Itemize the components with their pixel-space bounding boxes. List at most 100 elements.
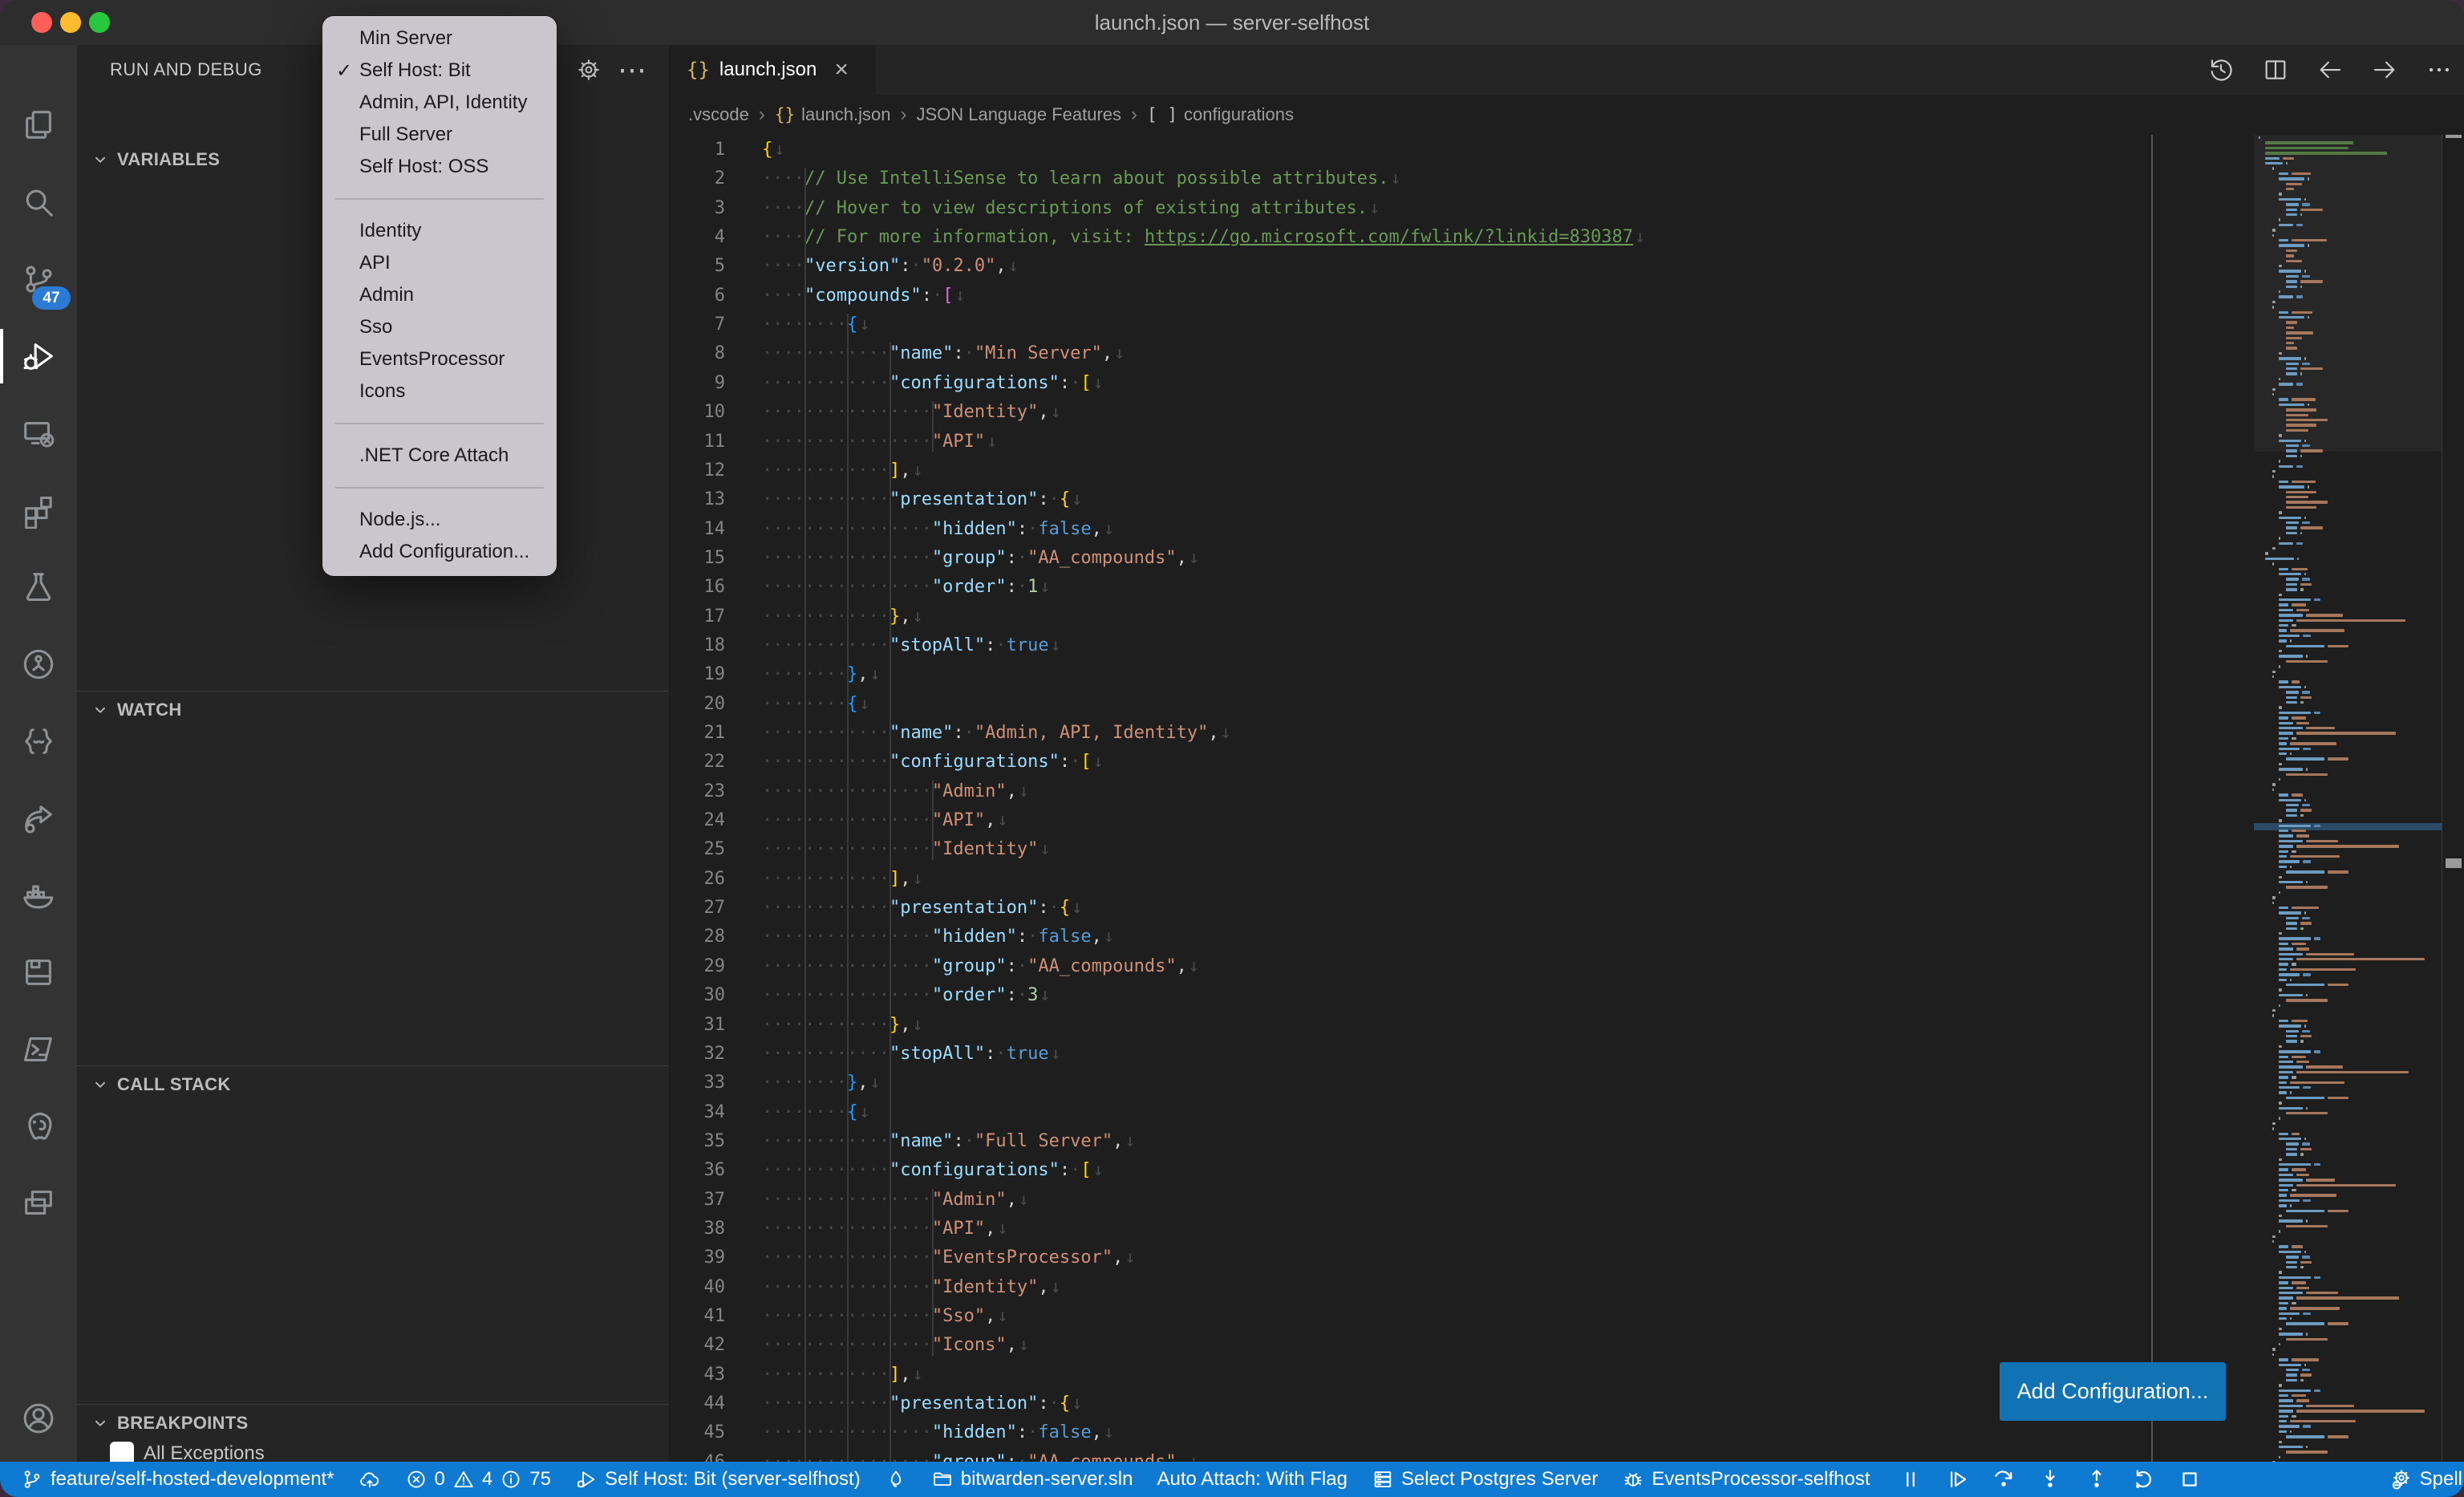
step-out-button[interactable] xyxy=(2085,1467,2109,1491)
statusbar-item-bitwardenserversln[interactable]: bitwarden-server.sln xyxy=(931,1468,1133,1491)
split-editor-button[interactable] xyxy=(2262,56,2289,83)
menu-item-min-server[interactable]: Min Server xyxy=(322,22,557,55)
code-line: 13············"presentation":·{↓ xyxy=(669,485,1082,514)
minimap-line xyxy=(2286,321,2297,324)
activity-files-icon[interactable] xyxy=(0,87,77,164)
menu-item-eventsprocessor[interactable]: EventsProcessor xyxy=(322,343,557,375)
code-line: 44············"presentation":·{↓ xyxy=(669,1389,1082,1418)
add-configuration-button[interactable]: Add Configuration... xyxy=(2000,1362,2226,1421)
code-area[interactable]: 1{↓2····// Use IntelliSense to learn abo… xyxy=(669,135,2254,1462)
menu-item-admin-api-identity[interactable]: Admin, API, Identity xyxy=(322,87,557,119)
statusbar-item-auto[interactable]: Auto Attach: With Flag xyxy=(1157,1468,1347,1491)
code-line: 16················"order":·1↓ xyxy=(669,572,1051,602)
menu-item-add-configuration[interactable]: Add Configuration... xyxy=(322,536,557,568)
minimap[interactable] xyxy=(2254,135,2442,1462)
code-line: 35············"name":·"Full Server",↓ xyxy=(669,1126,1136,1156)
statusbar-item-spell[interactable]: Spell xyxy=(2389,1462,2462,1497)
activity-extensions-icon[interactable] xyxy=(0,472,77,549)
activity-live-share-icon[interactable] xyxy=(0,780,77,857)
minimap-line xyxy=(2279,1271,2282,1274)
menu-item-sso[interactable]: Sso xyxy=(322,311,557,343)
activity-remote-explorer-icon[interactable] xyxy=(0,395,77,472)
arrow-left-button[interactable] xyxy=(2316,56,2344,83)
section-watch[interactable]: WATCH xyxy=(77,691,669,728)
section-call-stack[interactable]: CALL STACK xyxy=(77,1065,669,1103)
activity-source-control-icon[interactable]: 47 xyxy=(0,241,77,318)
activity-storage-icon[interactable] xyxy=(0,934,77,1011)
editor-ruler xyxy=(2151,135,2153,1462)
minimap-line xyxy=(2279,383,2303,386)
minimap-line xyxy=(2279,1056,2306,1059)
minimap-line xyxy=(2279,763,2282,766)
debug-settings-gear-icon[interactable] xyxy=(576,57,602,83)
line-number: 4 xyxy=(669,222,725,252)
menu-item-api[interactable]: API xyxy=(322,247,557,279)
breadcrumb-item[interactable]: {}launch.json xyxy=(775,104,891,125)
activity-account-icon[interactable] xyxy=(0,1380,77,1457)
activity-docker-icon[interactable] xyxy=(0,857,77,934)
activity-postgresql-icon[interactable] xyxy=(0,1088,77,1165)
statusbar-item-debug-controls[interactable] xyxy=(1899,1467,2202,1491)
line-number: 6 xyxy=(669,281,725,310)
minimap-line xyxy=(2279,1199,2311,1203)
minimap-line xyxy=(2286,444,2310,448)
step-into-button[interactable] xyxy=(2038,1467,2062,1491)
ellipsis-button[interactable] xyxy=(2426,56,2453,83)
minimap-line xyxy=(2279,655,2308,658)
history-button[interactable] xyxy=(2207,56,2235,83)
breadcrumb-item[interactable]: [ ]configurations xyxy=(1147,104,1294,125)
activity-windows-explorer-icon[interactable] xyxy=(0,1165,77,1242)
activity-circle-branch-icon[interactable] xyxy=(0,626,77,703)
minimap-line xyxy=(2286,501,2328,504)
activity-run-debug-icon[interactable] xyxy=(0,318,77,395)
menu-item-identity[interactable]: Identity xyxy=(322,215,557,247)
step-over-button[interactable] xyxy=(1992,1467,2016,1491)
statusbar-item-featureselfhosteddevelopment[interactable]: feature/self-hosted-development* xyxy=(21,1468,334,1491)
activity-powershell-icon[interactable] xyxy=(0,1011,77,1088)
menu-item-node-js[interactable]: Node.js... xyxy=(322,504,557,536)
restart-button[interactable] xyxy=(2131,1467,2155,1491)
menu-item-admin[interactable]: Admin xyxy=(322,279,557,311)
statusbar-item-eventsprocessorselfhost[interactable]: EventsProcessor-selfhost xyxy=(1622,1468,1870,1491)
minimap-line xyxy=(2279,1281,2306,1284)
overview-ruler[interactable] xyxy=(2442,135,2464,1462)
activity-test-beaker-icon[interactable] xyxy=(0,549,77,626)
minimap-line xyxy=(2286,367,2323,371)
activity-braces-extension-icon[interactable] xyxy=(0,703,77,780)
line-number: 21 xyxy=(669,718,725,748)
line-number: 25 xyxy=(669,834,725,864)
activity-search-icon[interactable] xyxy=(0,164,77,241)
continue-button[interactable] xyxy=(1945,1467,1969,1491)
menu-item-icons[interactable]: Icons xyxy=(322,375,557,408)
minimap-line xyxy=(2279,994,2308,997)
statusbar-item[interactable] xyxy=(359,1468,381,1491)
minimap-line xyxy=(2279,891,2280,895)
line-number: 14 xyxy=(669,514,725,544)
minimap-line xyxy=(2279,537,2280,540)
line-number: 30 xyxy=(669,980,725,1010)
statusbar-item-problems[interactable]: 0475 xyxy=(405,1468,551,1491)
menu-item-net-core-attach[interactable]: .NET Core Attach xyxy=(322,440,557,472)
menu-item-self-host-bit[interactable]: ✓Self Host: Bit xyxy=(322,55,557,87)
scm-badge: 47 xyxy=(32,286,71,310)
statusbar-item-select[interactable]: Select Postgres Server xyxy=(1372,1468,1598,1491)
code-line: 1{↓ xyxy=(669,135,785,164)
statusbar-item[interactable] xyxy=(885,1468,907,1491)
breadcrumb-item[interactable]: JSON Language Features xyxy=(916,104,1121,125)
minimap-line xyxy=(2279,834,2309,838)
close-tab-icon[interactable]: × xyxy=(834,56,849,83)
menu-item-full-server[interactable]: Full Server xyxy=(322,119,557,151)
statusbar-item-self[interactable]: Self Host: Bit (server-selfhost) xyxy=(575,1468,861,1491)
minimap-line xyxy=(2286,1266,2304,1269)
tab-launch-json[interactable]: {} launch.json × xyxy=(669,45,876,95)
minimap-line xyxy=(2279,573,2306,576)
arrow-right-button[interactable] xyxy=(2371,56,2398,83)
tab-bar: {} launch.json × xyxy=(669,45,2464,95)
menu-item-self-host-oss[interactable]: Self Host: OSS xyxy=(322,151,557,183)
pause-button[interactable] xyxy=(1899,1467,1923,1491)
line-number: 2 xyxy=(669,164,725,193)
stop-button[interactable] xyxy=(2178,1467,2202,1491)
breadcrumb-item[interactable]: .vscode xyxy=(688,104,749,125)
minimap-line xyxy=(2279,517,2306,520)
sidebar-more-actions-icon[interactable]: ⋯ xyxy=(618,45,646,95)
